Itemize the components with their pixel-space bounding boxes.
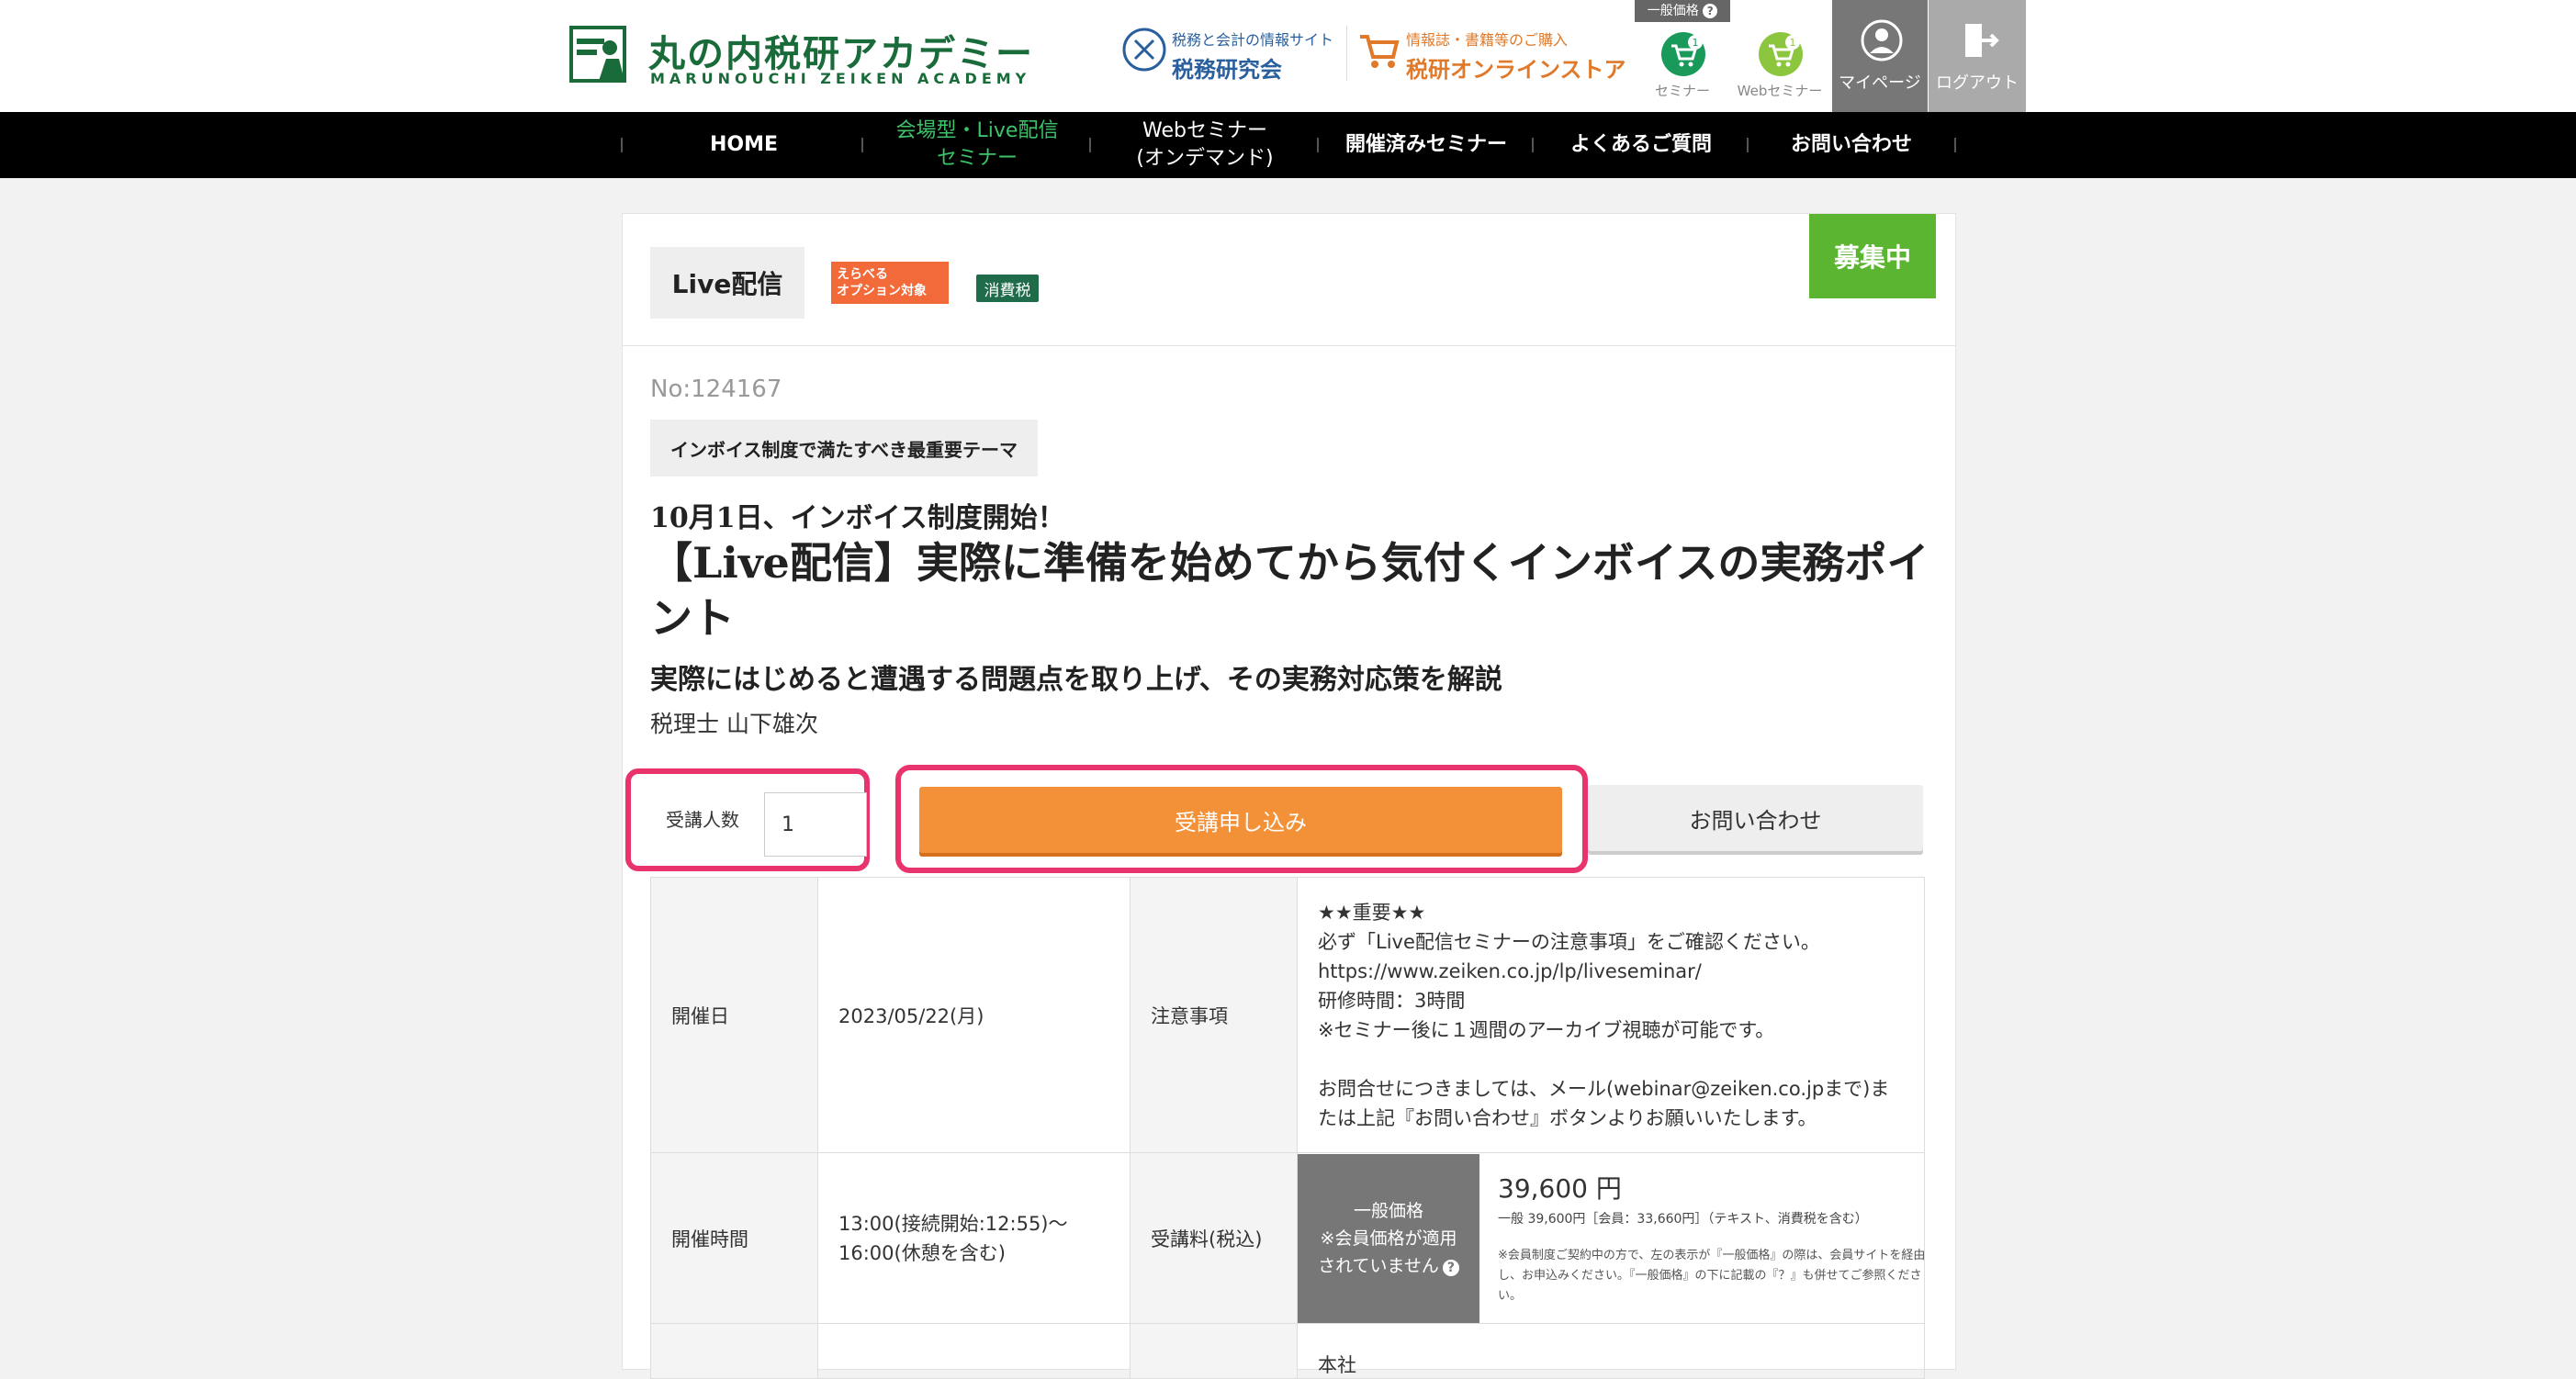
tax-tag: 消費税 bbox=[976, 275, 1039, 302]
shopping-cart-icon bbox=[1360, 35, 1400, 68]
seminar-details-table: 開催日 2023/05/22(月) 注意事項 ★★重要★★ 必ず「Live配信セ… bbox=[650, 877, 1925, 1379]
logo-mark-icon bbox=[569, 26, 626, 83]
fee-label: 受講料(税込) bbox=[1130, 1152, 1298, 1324]
nav-past-seminars[interactable]: 開催済みセミナー bbox=[1321, 112, 1532, 178]
nav-separator bbox=[1089, 138, 1091, 152]
seminar-cart-count: 1 bbox=[1693, 37, 1699, 49]
card-header: Live配信 えらべる オプション対象 消費税 募集中 bbox=[623, 214, 1955, 346]
attendee-count-label: 受講人数 bbox=[666, 809, 739, 831]
help-icon[interactable]: ? bbox=[1703, 4, 1718, 18]
option-tag: えらべる オプション対象 bbox=[831, 262, 949, 304]
store-link-title: 税研オンラインストア bbox=[1406, 57, 1626, 83]
nav-separator bbox=[1317, 138, 1319, 152]
mypage-button[interactable]: マイページ bbox=[1832, 0, 1928, 112]
nav-separator bbox=[621, 138, 623, 152]
price-note: ※会員制度ご契約中の方で、左の表示が『一般価格』の際は、会員サイトを経由し、お申… bbox=[1498, 1248, 1926, 1303]
notes-line: お問合せにつきましては、メール(webinar@zeiken.co.jpまで)ま bbox=[1318, 1077, 1890, 1100]
next-row-label bbox=[650, 1323, 818, 1379]
nav-separator bbox=[1532, 138, 1534, 152]
header-divider bbox=[1346, 26, 1347, 81]
table-row: 本社 bbox=[650, 1323, 1925, 1379]
next-row-value bbox=[817, 1323, 1131, 1379]
next-row-text: 本社 bbox=[1318, 1354, 1356, 1376]
site-logo[interactable]: 丸の内税研アカデミー MARUNOUCHI ZEIKEN ACADEMY bbox=[569, 26, 1032, 90]
seminar-cart-label: セミナー bbox=[1654, 83, 1710, 99]
help-icon[interactable]: ? bbox=[1442, 1259, 1459, 1276]
notes-value: ★★重要★★ 必ず「Live配信セミナーの注意事項」をご確認ください。 http… bbox=[1297, 877, 1925, 1153]
contact-button[interactable]: お問い合わせ bbox=[1588, 785, 1923, 851]
seminar-detail-card: Live配信 えらべる オプション対象 消費税 募集中 No:124167 イン… bbox=[622, 213, 1956, 1379]
price-amount: 39,600 円 bbox=[1498, 1172, 1622, 1204]
notes-label: 注意事項 bbox=[1130, 877, 1298, 1153]
logo-subtitle: MARUNOUCHI ZEIKEN ACADEMY bbox=[650, 70, 1031, 87]
main-nav: HOME 会場型・Live配信 セミナー Webセミナー (オンデマンド) 開催… bbox=[0, 112, 2576, 178]
lecturer-name: 税理士 山下雄次 bbox=[650, 711, 818, 737]
nav-separator bbox=[1747, 138, 1749, 152]
nav-web-seminar[interactable]: Webセミナー (オンデマンド) bbox=[1093, 112, 1317, 178]
seminar-title: 【Live配信】実際に準備を始めてから気付くインボイスの実務ポイント bbox=[650, 538, 1929, 643]
nav-live-seminar[interactable]: 会場型・Live配信 セミナー bbox=[865, 112, 1089, 178]
time-value: 13:00(接続開始:12:55)〜 16:00(休憩を含む) bbox=[817, 1152, 1131, 1324]
delivery-type-tag: Live配信 bbox=[650, 247, 804, 319]
user-icon bbox=[1861, 19, 1903, 62]
nav-faq[interactable]: よくあるご質問 bbox=[1535, 112, 1747, 178]
notes-line: ★★重要★★ bbox=[1318, 901, 1426, 924]
apply-button-highlight: 受講申し込み bbox=[895, 765, 1588, 873]
zeiken-link-title: 税務研究会 bbox=[1172, 57, 1282, 83]
price-badge-line: ※会員価格が適用 bbox=[1320, 1228, 1457, 1249]
next-row-label-2 bbox=[1130, 1323, 1298, 1379]
nav-home[interactable]: HOME bbox=[624, 112, 863, 178]
date-value: 2023/05/22(月) bbox=[817, 877, 1131, 1153]
price-type-badge: 一般価格 ※会員価格が適用 されていません? bbox=[1298, 1153, 1479, 1323]
status-badge: 募集中 bbox=[1809, 214, 1936, 298]
seminar-theme: インボイス制度で満たすべき最重要テーマ bbox=[650, 420, 1038, 476]
logout-label: ログアウト bbox=[1936, 73, 2019, 93]
attendee-count-input[interactable] bbox=[764, 792, 867, 857]
date-label: 開催日 bbox=[650, 877, 818, 1153]
notes-spacer bbox=[1318, 1045, 1904, 1074]
next-row-value-2: 本社 bbox=[1297, 1323, 1925, 1379]
seminar-subtitle: 実際にはじめると遭遇する問題点を取り上げ、その実務対応策を解説 bbox=[650, 664, 1502, 696]
table-row: 開催日 2023/05/22(月) 注意事項 ★★重要★★ 必ず「Live配信セ… bbox=[650, 877, 1925, 1153]
web-seminar-cart-icon: 1 bbox=[1759, 32, 1803, 76]
attendee-count-group: 受講人数 bbox=[625, 768, 870, 871]
web-seminar-cart-label: Webセミナー bbox=[1737, 83, 1823, 99]
notes-line: 必ず「Live配信セミナーの注意事項」をご確認ください。 bbox=[1318, 930, 1820, 953]
price-type-label: 一般価格 ? bbox=[1635, 0, 1730, 22]
apply-button[interactable]: 受講申し込み bbox=[919, 787, 1562, 853]
nav-contact[interactable]: お問い合わせ bbox=[1750, 112, 1952, 178]
price-badge-line: 一般価格 bbox=[1353, 1200, 1423, 1221]
zeiken-link-caption: 税務と会計の情報サイト bbox=[1172, 31, 1334, 49]
price-badge-line: されていません? bbox=[1318, 1252, 1459, 1280]
nav-separator bbox=[861, 138, 863, 152]
web-seminar-cart[interactable]: 1 Webセミナー bbox=[1732, 0, 1828, 112]
store-link-caption: 情報誌・書籍等のご購入 bbox=[1406, 31, 1569, 49]
logout-icon bbox=[1965, 24, 1999, 57]
notes-line: 研修時間：3時間 bbox=[1318, 989, 1466, 1012]
fee-value: 一般価格 ※会員価格が適用 されていません? 39,600 円 一般 39,60… bbox=[1297, 1152, 1925, 1324]
table-row: 開催時間 13:00(接続開始:12:55)〜 16:00(休憩を含む) 受講料… bbox=[650, 1152, 1925, 1324]
zeiken-circle-icon bbox=[1122, 28, 1166, 72]
logout-button[interactable]: ログアウト bbox=[1929, 0, 2026, 112]
seminar-number: No:124167 bbox=[650, 376, 782, 403]
notes-link[interactable]: https://www.zeiken.co.jp/lp/liveseminar/ bbox=[1318, 957, 1904, 986]
notes-line: たは上記『お問い合わせ』ボタンよりお願いいたします。 bbox=[1318, 1106, 1817, 1129]
notes-line: ※セミナー後に１週間のアーカイブ視聴が可能です。 bbox=[1318, 1018, 1775, 1041]
seminar-catchphrase: 10月1日、インボイス制度開始！ bbox=[650, 502, 1065, 534]
site-header: 丸の内税研アカデミー MARUNOUCHI ZEIKEN ACADEMY 税務と… bbox=[0, 0, 2576, 112]
zeimu-kenkyukai-link[interactable]: 税務と会計の情報サイト 税務研究会 bbox=[1120, 20, 1345, 88]
time-label: 開催時間 bbox=[650, 1152, 818, 1324]
web-seminar-cart-count: 1 bbox=[1790, 37, 1796, 49]
seminar-cart-icon: 1 bbox=[1661, 32, 1705, 76]
nav-separator bbox=[1954, 138, 1956, 152]
mypage-label: マイページ bbox=[1839, 73, 1921, 93]
seminar-cart[interactable]: 一般価格 ? 1 セミナー bbox=[1635, 0, 1730, 112]
online-store-link[interactable]: 情報誌・書籍等のご購入 税研オンラインストア bbox=[1355, 20, 1630, 88]
price-breakdown: 一般 39,600円［会員：33,660円］（テキスト、消費税を含む） bbox=[1498, 1211, 1868, 1227]
